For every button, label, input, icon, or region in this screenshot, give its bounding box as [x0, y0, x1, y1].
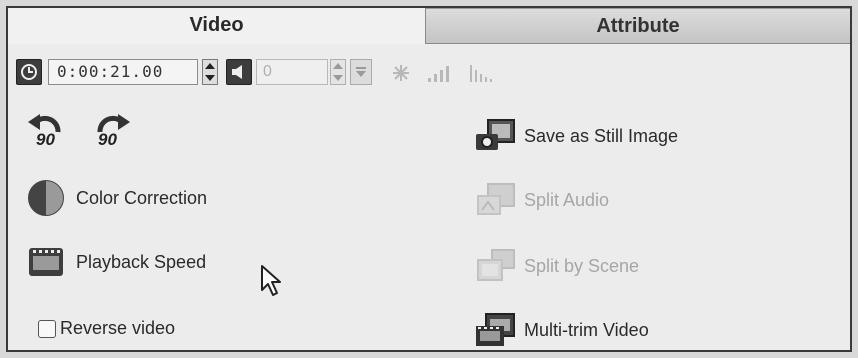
stepper-down-icon[interactable] — [205, 75, 215, 81]
tab-video[interactable]: Video — [8, 8, 426, 44]
toolbar: 0:00:21.00 0 — [16, 58, 616, 88]
save-still-image-label: Save as Still Image — [524, 125, 679, 146]
reverse-video-checkbox[interactable] — [38, 319, 56, 338]
spark-icon[interactable] — [390, 62, 412, 84]
split-audio-label: Split Audio — [524, 189, 610, 210]
rotate-right-button[interactable]: 90 — [88, 110, 132, 154]
color-correction-icon — [28, 180, 64, 216]
volume-bars-icon[interactable] — [426, 62, 452, 84]
clock-icon[interactable] — [16, 59, 42, 85]
volume-dropdown[interactable] — [350, 59, 372, 85]
volume-input[interactable]: 0 — [256, 59, 328, 85]
film-strip-icon — [476, 313, 515, 346]
playback-speed-button[interactable]: Playback Speed — [26, 244, 206, 280]
chevron-down-icon — [356, 71, 366, 77]
options-panel: Video Attribute 0:00:21.00 0 90 90 Color… — [6, 6, 852, 352]
split-audio-button[interactable]: Split Audio — [472, 180, 609, 220]
rotate-left-button[interactable]: 90 — [26, 110, 70, 154]
multi-trim-video-label: Multi-trim Video — [524, 319, 649, 340]
playback-speed-icon — [29, 248, 63, 276]
stepper-up-icon[interactable] — [333, 63, 343, 69]
color-correction-label: Color Correction — [76, 187, 208, 208]
speaker-icon[interactable] — [226, 59, 252, 85]
reverse-video-option[interactable]: Reverse video — [38, 318, 175, 339]
split-by-scene-button[interactable]: Split by Scene — [472, 246, 639, 286]
volume-stepper[interactable] — [330, 59, 346, 85]
stepper-down-icon[interactable] — [333, 75, 343, 81]
rotate-right-label: 90 — [98, 130, 117, 149]
stepper-up-icon[interactable] — [205, 63, 215, 69]
camera-icon — [476, 119, 515, 150]
duration-timecode-input[interactable]: 0:00:21.00 — [48, 59, 198, 85]
save-still-image-button[interactable]: Save as Still Image — [472, 116, 678, 156]
reverse-video-label: Reverse video — [60, 318, 176, 338]
mouse-cursor-icon — [261, 265, 281, 296]
split-scene-icon — [477, 249, 515, 281]
split-audio-icon — [477, 183, 515, 215]
color-correction-button[interactable]: Color Correction — [26, 178, 207, 218]
audio-level-icon[interactable] — [468, 62, 496, 84]
multi-trim-video-button[interactable]: Multi-trim Video — [472, 310, 649, 350]
tab-attribute[interactable]: Attribute — [426, 8, 850, 44]
playback-speed-label: Playback Speed — [76, 251, 207, 272]
rotate-left-label: 90 — [36, 130, 55, 149]
timecode-stepper[interactable] — [202, 59, 218, 85]
split-by-scene-label: Split by Scene — [524, 255, 640, 276]
